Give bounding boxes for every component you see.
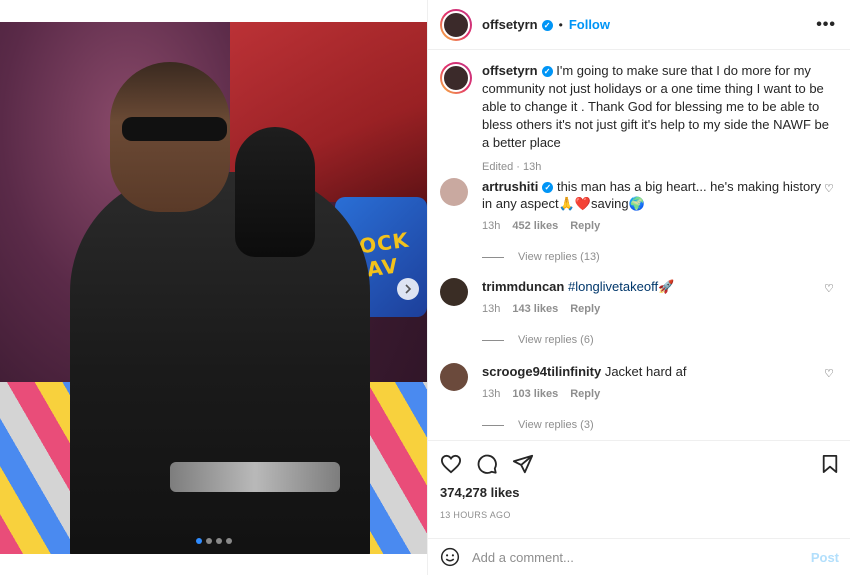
post-comment-button[interactable]: Post (811, 550, 839, 565)
caption-avatar[interactable] (440, 62, 472, 94)
caption-username[interactable]: offsetyrn ✓ (482, 63, 553, 78)
next-arrow-icon (405, 284, 412, 294)
next-media-button[interactable] (397, 278, 419, 300)
comment-item: trimmduncan #longlivetakeoff🚀 13h 143 li… (440, 278, 840, 346)
comment-item: artrushiti ✓ this man has a big heart... … (440, 178, 840, 263)
reply-button[interactable]: Reply (570, 301, 600, 318)
comment-likes[interactable]: 143 likes (512, 301, 558, 318)
like-count[interactable]: 374,278 likes (440, 485, 839, 500)
comment-like-heart-icon[interactable]: ♡ (824, 367, 836, 380)
chain-belt (170, 462, 340, 492)
post-actions: 374,278 likes 13 HOURS AGO (428, 440, 850, 520)
comment-input[interactable] (472, 549, 811, 565)
follow-button[interactable]: Follow (569, 17, 610, 32)
gloved-hands (235, 127, 315, 257)
more-options-icon[interactable]: ••• (816, 16, 836, 34)
comment-item: scrooge94tilinfinity Jacket hard af 13h … (440, 363, 840, 431)
post-header: offsetyrn ✓ • Follow ••• (428, 0, 850, 50)
post-photo[interactable]: HOCK WAV (0, 22, 427, 554)
carousel-dot (226, 538, 232, 544)
view-replies-button[interactable]: View replies (6) (482, 334, 840, 346)
author-username[interactable]: offsetyrn ✓ (482, 17, 553, 32)
save-icon[interactable] (821, 454, 839, 474)
carousel-dot (196, 538, 202, 544)
header-separator: • (558, 17, 563, 32)
carousel-dot (206, 538, 212, 544)
reply-button[interactable]: Reply (570, 218, 600, 235)
carousel-dot (216, 538, 222, 544)
comment-time: 13h (482, 303, 501, 315)
view-replies-button[interactable]: View replies (13) (482, 251, 840, 263)
person-figure (70, 172, 370, 554)
post-timestamp: 13 HOURS AGO (440, 510, 511, 520)
sunglasses (122, 117, 227, 141)
caption-edited: Edited · 13h (482, 161, 542, 173)
heart-icon[interactable] (440, 454, 462, 474)
author-avatar[interactable] (440, 8, 472, 41)
verified-badge-icon: ✓ (541, 20, 553, 32)
comment-hashtag[interactable]: #longlivetakeoff🚀 (568, 279, 674, 294)
post-caption: offsetyrn ✓ I'm going to make sure that I… (428, 50, 850, 176)
comment-like-heart-icon[interactable]: ♡ (824, 182, 836, 195)
view-replies-button[interactable]: View replies (3) (482, 419, 840, 431)
commenter-avatar[interactable] (440, 278, 468, 306)
comments-section: offsetyrn ✓ I'm going to make sure that I… (428, 50, 850, 440)
commenter-username[interactable]: scrooge94tilinfinity (482, 364, 601, 379)
post-panel: offsetyrn ✓ • Follow ••• offsetyrn ✓ I'm g… (427, 0, 850, 575)
reply-button[interactable]: Reply (570, 386, 600, 403)
verified-badge-icon: ✓ (541, 66, 553, 78)
commenter-username[interactable]: trimmduncan (482, 279, 564, 294)
comment-likes[interactable]: 103 likes (512, 386, 558, 403)
post-media: HOCK WAV (0, 0, 427, 575)
commenter-avatar[interactable] (440, 178, 468, 206)
comment-icon[interactable] (476, 453, 498, 475)
share-icon[interactable] (512, 453, 534, 475)
verified-badge-icon: ✓ (542, 182, 554, 194)
comment-time: 13h (482, 388, 501, 400)
comment-likes[interactable]: 452 likes (512, 218, 558, 235)
comment-time: 13h (482, 220, 501, 232)
comment-like-heart-icon[interactable]: ♡ (824, 282, 836, 295)
add-comment-bar: Post (428, 538, 850, 575)
carousel-indicator (196, 538, 232, 544)
emoji-icon[interactable] (440, 547, 460, 567)
comment-text: Jacket hard af (604, 364, 687, 379)
commenter-avatar[interactable] (440, 363, 468, 391)
commenter-username[interactable]: artrushiti ✓ (482, 179, 554, 194)
